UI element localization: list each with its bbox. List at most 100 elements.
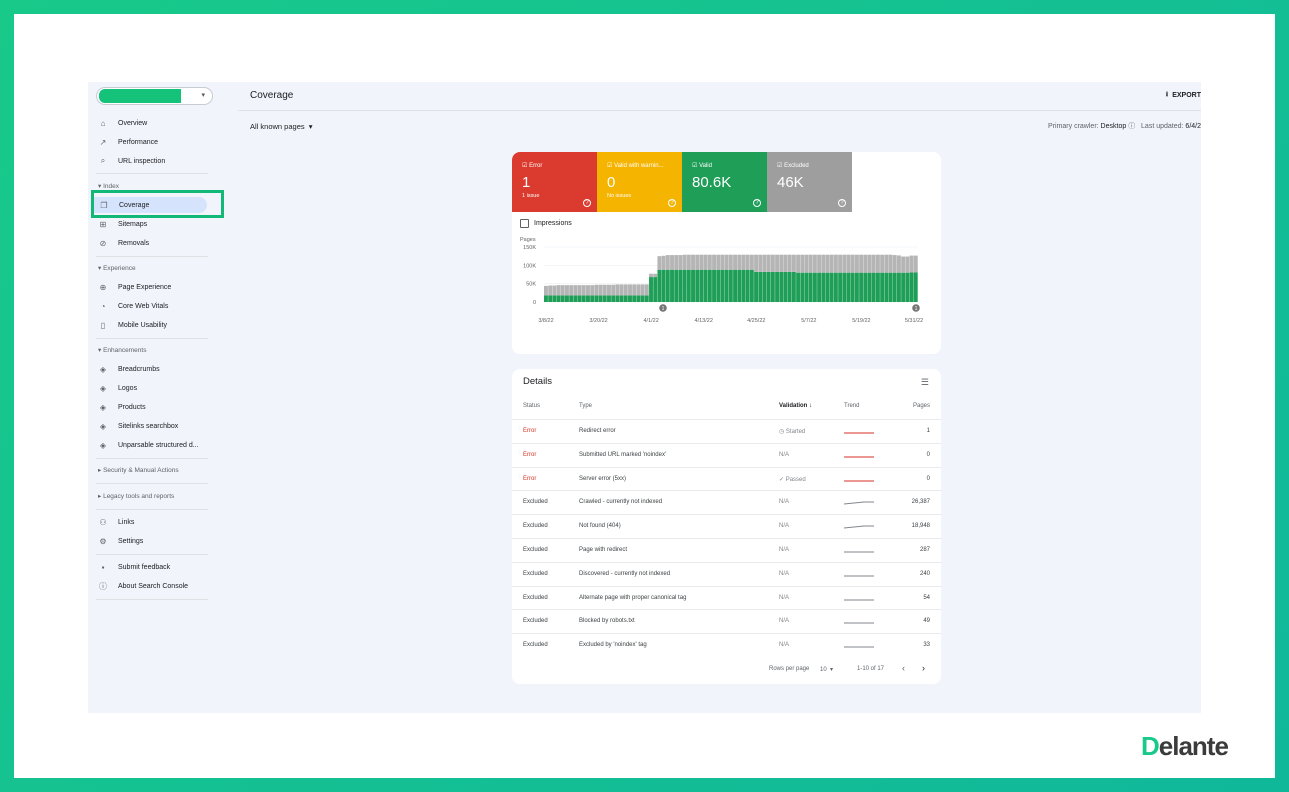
table-row[interactable]: Excluded Discovered - currently not index…	[512, 561, 941, 586]
sidebar-item-sitelinks-searchbox[interactable]: ◈ Sitelinks searchbox	[96, 418, 178, 434]
logo-initial: D	[1141, 731, 1160, 761]
sidebar-item-mobile-usability[interactable]: ▯ Mobile Usability	[96, 317, 167, 333]
sidebar-item-breadcrumbs[interactable]: ◈ Breadcrumbs	[96, 361, 160, 377]
bar-valid	[728, 269, 733, 302]
table-row[interactable]: Excluded Excluded by 'noindex' tag N/A 33	[512, 633, 941, 657]
sidebar-item-sitemaps[interactable]: ⊞ Sitemaps	[96, 216, 148, 232]
layers-icon: ◈	[99, 383, 107, 393]
section-security[interactable]: ▸ Security & Manual Actions	[98, 466, 179, 474]
sidebar-item-core-web-vitals[interactable]: ◔ Core Web Vitals	[96, 298, 169, 314]
help-icon[interactable]: ?	[753, 199, 761, 207]
checkbox[interactable]	[520, 219, 529, 228]
filter-icon[interactable]: ☰	[921, 377, 929, 388]
bar-valid	[657, 269, 662, 302]
property-selector[interactable]: ▾	[96, 87, 213, 105]
sidebar-item-unparsable-structured-data[interactable]: ◈ Unparsable structured d...	[96, 437, 199, 453]
section-experience[interactable]: ▾ Experience	[98, 264, 136, 272]
prev-page-icon[interactable]: ‹	[902, 663, 905, 673]
excluded-tile[interactable]: ☑ Excluded 46K ?	[767, 152, 852, 212]
bar-valid	[577, 295, 582, 302]
table-row[interactable]: Excluded Not found (404) N/A 18,948	[512, 514, 941, 538]
annotation-label: 1	[662, 306, 665, 312]
export-button[interactable]: ⭳ EXPORT	[1166, 90, 1201, 101]
status-cell: Excluded	[523, 570, 548, 577]
bar-valid	[724, 269, 729, 302]
sidebar-item-about[interactable]: ⓘ About Search Console	[96, 578, 188, 594]
bar-excluded	[821, 254, 826, 273]
header-divider	[238, 110, 1201, 111]
help-icon[interactable]: ?	[583, 199, 591, 207]
bar-valid	[775, 271, 780, 302]
bar-excluded	[623, 284, 628, 296]
sidebar-item-logos[interactable]: ◈ Logos	[96, 380, 137, 396]
next-page-icon[interactable]: ›	[922, 663, 925, 673]
y-tick-label: 0	[533, 300, 536, 306]
x-tick-label: 3/8/22	[538, 318, 553, 324]
bar-excluded	[598, 284, 603, 296]
bar-valid	[800, 272, 805, 302]
bar-excluded	[758, 254, 763, 272]
header-validation[interactable]: Validation ↓	[779, 403, 812, 409]
bar-excluded	[825, 254, 830, 273]
checkbox-checked-icon: ☑	[692, 163, 698, 169]
table-row[interactable]: Error Server error (5xx) ✓ Passed 0	[512, 466, 941, 491]
sidebar-item-url-inspection[interactable]: ⌕ URL inspection	[96, 153, 165, 169]
bar-excluded	[674, 255, 679, 270]
header-pages[interactable]: Pages	[913, 403, 930, 409]
x-tick-label: 3/20/22	[589, 318, 607, 324]
bar-excluded	[632, 284, 637, 296]
brand-logo: Delante	[1141, 731, 1229, 762]
sidebar-item-performance[interactable]: ↗ Performance	[96, 134, 158, 150]
table-row[interactable]: Excluded Alternate page with proper canon…	[512, 585, 941, 610]
layers-icon: ◈	[99, 440, 107, 450]
bar-excluded	[791, 254, 796, 272]
bar-valid	[598, 295, 603, 302]
help-icon[interactable]: ⓘ	[1128, 123, 1135, 130]
header-type[interactable]: Type	[579, 403, 592, 409]
divider	[96, 458, 208, 459]
sidebar-item-links[interactable]: ⚇ Links	[96, 514, 134, 530]
type-cell: Submitted URL marked 'noindex'	[579, 451, 667, 458]
search-console-app: ▾ ⌂ Overview ↗ Performance ⌕ URL inspection…	[88, 82, 1201, 713]
help-icon[interactable]: ?	[838, 199, 846, 207]
warning-tile[interactable]: ☑ Valid with warnin... 0 No issues ?	[597, 152, 682, 212]
header-status[interactable]: Status	[523, 403, 540, 409]
bar-excluded	[691, 254, 695, 270]
valid-tile[interactable]: ☑ Valid 80.6K ?	[682, 152, 767, 212]
impressions-toggle[interactable]: Impressions	[520, 219, 572, 228]
bar-valid	[594, 295, 599, 302]
home-icon: ⌂	[100, 118, 106, 128]
section-index[interactable]: ▾ Index	[98, 182, 119, 190]
section-legacy[interactable]: ▸ Legacy tools and reports	[98, 492, 174, 500]
table-row[interactable]: Error Submitted URL marked 'noindex' N/A 0	[512, 442, 941, 467]
sidebar-item-settings[interactable]: ⚙ Settings	[96, 533, 143, 549]
bar-excluded	[909, 255, 914, 273]
links-icon: ⚇	[99, 517, 107, 527]
section-enhancements[interactable]: ▾ Enhancements	[98, 346, 146, 354]
sidebar-item-overview[interactable]: ⌂ Overview	[96, 115, 148, 131]
bar-valid	[888, 272, 893, 302]
help-icon[interactable]: ?	[668, 199, 676, 207]
trend-sparkline	[844, 622, 874, 624]
header-trend: Trend	[844, 403, 860, 409]
rows-per-page-select[interactable]: 10 ▾	[820, 666, 833, 673]
rows-per-page-label: Rows per page	[769, 666, 810, 672]
sidebar-item-submit-feedback[interactable]: ▪ Submit feedback	[96, 559, 171, 575]
sidebar-item-products[interactable]: ◈ Products	[96, 399, 146, 415]
sidebar-item-removals[interactable]: ⊘ Removals	[96, 235, 149, 251]
bar-valid	[636, 295, 641, 302]
table-row[interactable]: Excluded Blocked by robots.txt N/A 49	[512, 609, 941, 633]
divider	[96, 173, 208, 174]
bar-excluded	[611, 284, 616, 296]
table-row[interactable]: Error Redirect error ◷ Started 1	[512, 419, 941, 443]
x-tick-label: 4/25/22	[747, 318, 765, 324]
sidebar-item-page-experience[interactable]: ⊕ Page Experience	[96, 279, 172, 295]
pages-filter-dropdown[interactable]: All known pages ▾	[250, 122, 313, 131]
bar-valid	[766, 271, 771, 302]
type-cell: Page with redirect	[579, 547, 628, 553]
search-icon: ⌕	[100, 156, 106, 165]
table-row[interactable]: Excluded Crawled - currently not indexed N…	[512, 490, 941, 514]
error-tile[interactable]: ☑ Error 1 1 issue ?	[512, 152, 597, 212]
type-cell: Redirect error	[579, 428, 616, 434]
table-row[interactable]: Excluded Page with redirect N/A 287	[512, 538, 941, 562]
